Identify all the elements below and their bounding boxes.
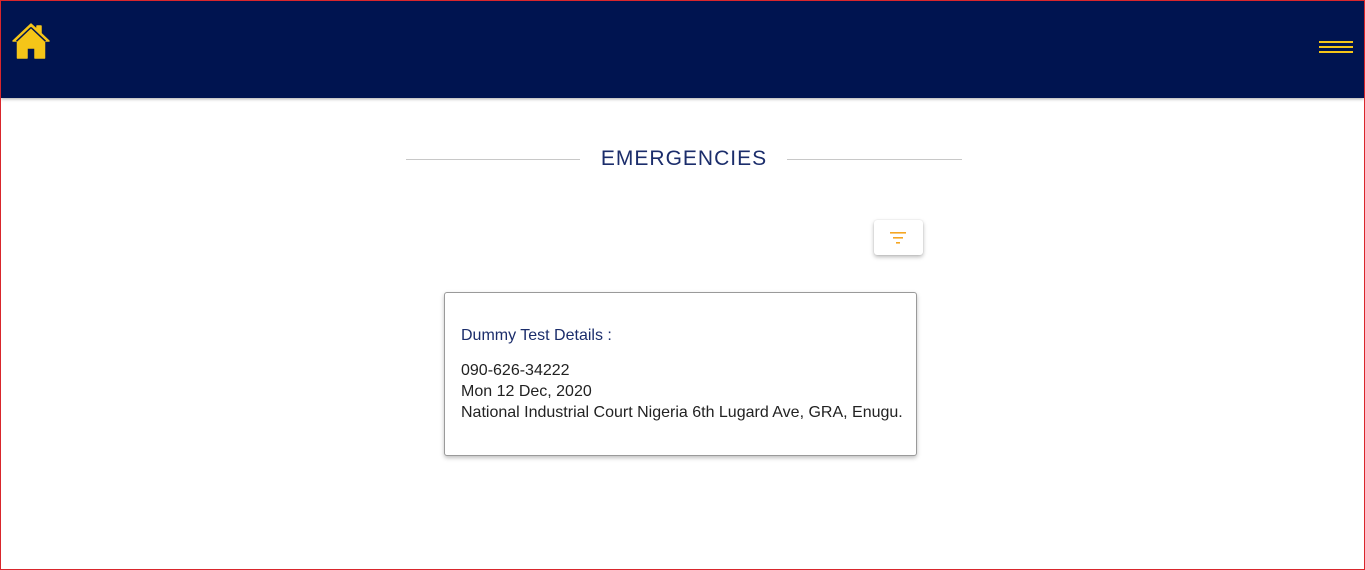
home-icon xyxy=(12,23,50,59)
menu-button[interactable] xyxy=(1319,39,1355,55)
heading-divider-right xyxy=(787,159,962,160)
emergency-address: National Industrial Court Nigeria 6th Lu… xyxy=(461,404,903,421)
emergency-card-title: Dummy Test Details : xyxy=(461,327,612,344)
emergency-phone: 090-626-34222 xyxy=(461,362,570,379)
hamburger-menu-icon-line xyxy=(1319,46,1353,48)
app-window: EMERGENCIES Dummy Test Details : 090-626… xyxy=(0,0,1365,570)
hamburger-menu-icon-line xyxy=(1319,51,1353,53)
home-button[interactable] xyxy=(11,22,51,60)
emergency-date: Mon 12 Dec, 2020 xyxy=(461,383,592,400)
hamburger-menu-icon xyxy=(1319,41,1353,43)
section-heading: EMERGENCIES xyxy=(406,141,962,179)
filter-button[interactable] xyxy=(874,220,923,255)
top-navbar xyxy=(1,1,1364,98)
filter-icon xyxy=(890,232,906,244)
emergency-card[interactable]: Dummy Test Details : 090-626-34222 Mon 1… xyxy=(444,292,917,456)
